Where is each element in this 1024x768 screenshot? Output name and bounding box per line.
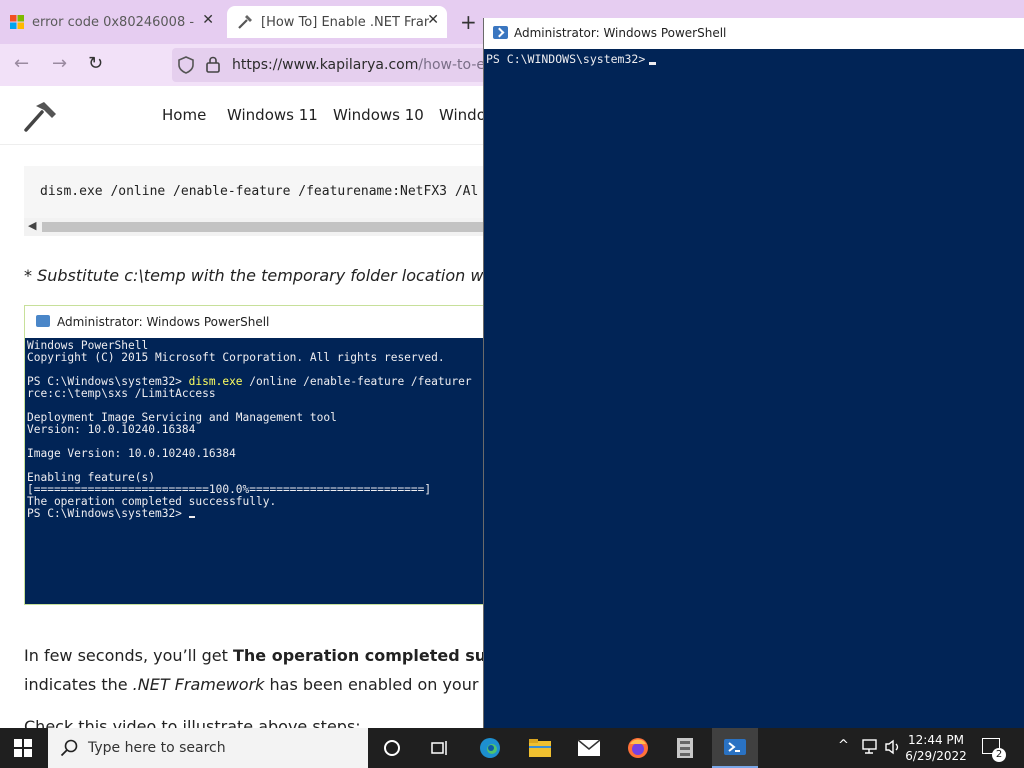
tab-enable-net-framework[interactable]: [How To] Enable .NET Framewo ✕ [227,6,447,38]
powershell-console[interactable]: PS C:\WINDOWS\system32> [486,52,657,66]
powershell-taskbar-button[interactable] [712,728,758,768]
code-line: dism.exe /online /enable-feature /featur… [40,184,479,199]
address-bar[interactable]: https://www.kapilarya.com/how-to-enabl [172,48,532,82]
menu-home[interactable]: Home [162,106,206,124]
scrollbar-thumb[interactable] [42,222,484,232]
screenshot-console-output: Windows PowerShell Copyright (C) 2015 Mi… [27,339,472,520]
reload-icon[interactable]: ↻ [88,53,103,74]
forward-arrow-icon[interactable]: → [52,53,67,74]
mail-icon[interactable] [577,738,601,758]
close-tab-icon[interactable]: ✕ [202,12,214,28]
tab-label: error code 0x80246008 - Micros [32,14,196,30]
tab-label: [How To] Enable .NET Framewo [261,14,429,30]
code-horizontal-scrollbar[interactable]: ◀ [24,218,484,236]
screenshot-title: Administrator: Windows PowerShell [57,315,270,329]
powershell-title: Administrator: Windows PowerShell [514,26,727,40]
site-logo-hammer-icon[interactable] [22,100,58,132]
paragraph-result: In few seconds, you’ll get The operation… [24,646,484,665]
windows-start-icon[interactable] [14,739,32,757]
substitute-note: * Substitute c:\temp with the temporary … [24,266,484,285]
lock-icon[interactable] [206,56,220,73]
cortana-icon[interactable] [382,738,402,758]
chevron-up-icon[interactable]: ^ [838,738,849,753]
clock-time: 12:44 PM [908,733,964,747]
powershell-icon [36,315,50,327]
close-tab-icon[interactable]: ✕ [427,12,439,28]
console-cursor [649,62,657,65]
screenshot-titlebar: Administrator: Windows PowerShell [25,306,484,338]
system-clock[interactable]: 12:44 PM 6/29/2022 [904,732,968,764]
url-text[interactable]: https://www.kapilarya.com/how-to-enabl [232,57,515,73]
microsoft-logo-icon [10,15,24,29]
taskbar: Type here to search ^ 12:44 PM 6/29/2022… [0,728,1024,768]
notification-count-badge: 2 [992,748,1006,762]
file-explorer-icon[interactable] [528,737,552,759]
search-icon [60,739,78,757]
powershell-icon [493,26,508,39]
menu-windows-partial[interactable]: Windo [439,106,484,124]
taskbar-search-box[interactable]: Type here to search [48,728,368,768]
powershell-prompt: PS C:\WINDOWS\system32> [486,52,646,66]
server-manager-icon[interactable] [674,736,696,760]
shield-icon[interactable] [178,56,194,74]
scroll-left-icon[interactable]: ◀ [28,219,36,232]
hammer-icon [238,15,252,29]
edge-browser-icon[interactable] [478,736,502,760]
task-view-icon[interactable] [430,738,450,758]
back-arrow-icon[interactable]: ← [14,53,29,74]
site-header: Home Windows 11 Windows 10 Windo [0,86,484,145]
menu-windows-10[interactable]: Windows 10 [333,106,424,124]
paragraph-video: Check this video to illustrate above ste… [24,717,361,728]
article-screenshot-powershell: Administrator: Windows PowerShell Window… [24,305,484,605]
clock-date: 6/29/2022 [905,749,967,763]
network-icon[interactable] [862,739,880,755]
article-page: Home Windows 11 Windows 10 Windo dism.ex… [0,86,484,728]
tab-error-code[interactable]: error code 0x80246008 - Micros ✕ [0,6,222,38]
firefox-icon[interactable] [626,736,650,760]
volume-icon[interactable] [884,739,902,755]
powershell-window[interactable]: Administrator: Windows PowerShell PS C:\… [483,18,1024,728]
powershell-icon [724,739,746,755]
menu-windows-11[interactable]: Windows 11 [227,106,318,124]
search-placeholder: Type here to search [88,740,226,756]
code-block: dism.exe /online /enable-feature /featur… [24,166,484,236]
paragraph-indicates: indicates the .NET Framework has been en… [24,675,484,694]
powershell-titlebar[interactable]: Administrator: Windows PowerShell [484,18,1024,49]
url-host: https://www.kapilarya.com [232,57,419,73]
new-tab-button[interactable]: + [460,10,477,34]
console-cursor [188,516,195,518]
